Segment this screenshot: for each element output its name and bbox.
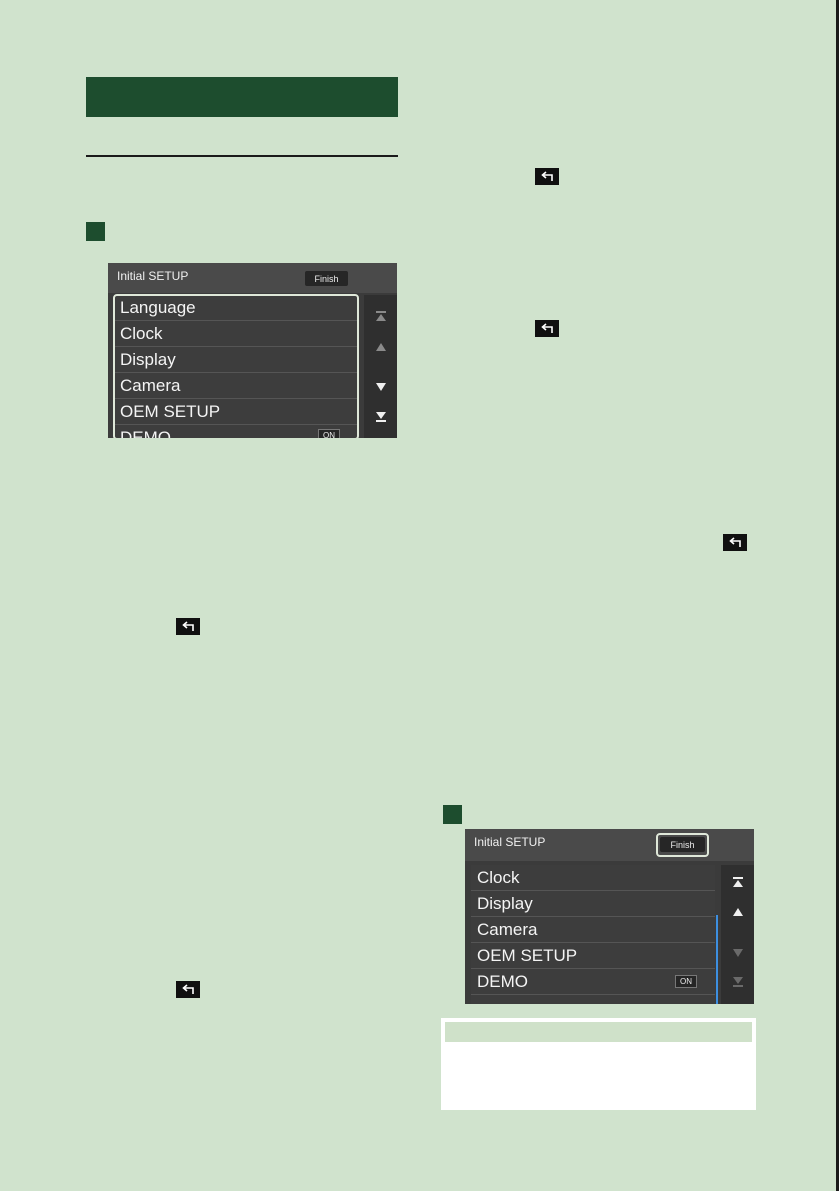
finish-button[interactable]: Finish [305,271,348,286]
step-marker-1 [86,222,105,241]
back-arrow-icon [535,168,559,185]
scroll-top-icon[interactable] [721,873,754,891]
demo-on-badge[interactable]: ON [675,975,697,988]
menu-item-oem-setup[interactable]: OEM SETUP [471,943,715,969]
menu-item-label: DEMO [477,972,528,991]
back-arrow-icon [176,981,200,998]
setup-menu-list: Clock Display Camera OEM SETUP DEMO ON [471,865,715,1004]
initial-setup-screen-2: Initial SETUP Finish Clock Display Camer… [465,829,754,1004]
scroll-bottom-icon[interactable] [364,408,397,426]
scroll-down-icon[interactable] [364,378,397,396]
scroll-top-icon[interactable] [364,307,397,325]
menu-item-label: OEM SETUP [477,946,578,965]
menu-item-label: Camera [477,920,538,939]
screen-title: Initial SETUP [117,269,189,283]
note-box [441,1018,756,1110]
finish-highlight-frame [656,833,709,857]
scroll-down-icon[interactable] [721,944,754,962]
menu-item-label: Display [477,894,533,913]
note-header-bar [445,1022,752,1042]
menu-item-camera[interactable]: Camera [471,917,715,943]
screen-title: Initial SETUP [474,835,546,849]
back-arrow-icon [535,320,559,337]
section-header-bar [86,77,398,117]
back-arrow-icon [176,618,200,635]
menu-item-demo[interactable]: DEMO ON [471,969,715,995]
scroll-bottom-icon[interactable] [721,973,754,991]
scroll-up-icon[interactable] [721,903,754,921]
subsection-rule [86,155,398,157]
scrollbar[interactable] [721,865,754,1004]
step-marker-2 [443,805,462,824]
initial-setup-screen-1: Initial SETUP Finish Language Clock Disp… [108,263,397,438]
menu-item-clock[interactable]: Clock [471,865,715,891]
scroll-up-icon[interactable] [364,338,397,356]
menu-item-display[interactable]: Display [471,891,715,917]
list-highlight-frame [113,294,359,438]
scrollbar[interactable] [364,295,397,438]
scroll-position-indicator [716,915,718,1004]
menu-item-label: Clock [477,868,520,887]
back-arrow-icon [723,534,747,551]
